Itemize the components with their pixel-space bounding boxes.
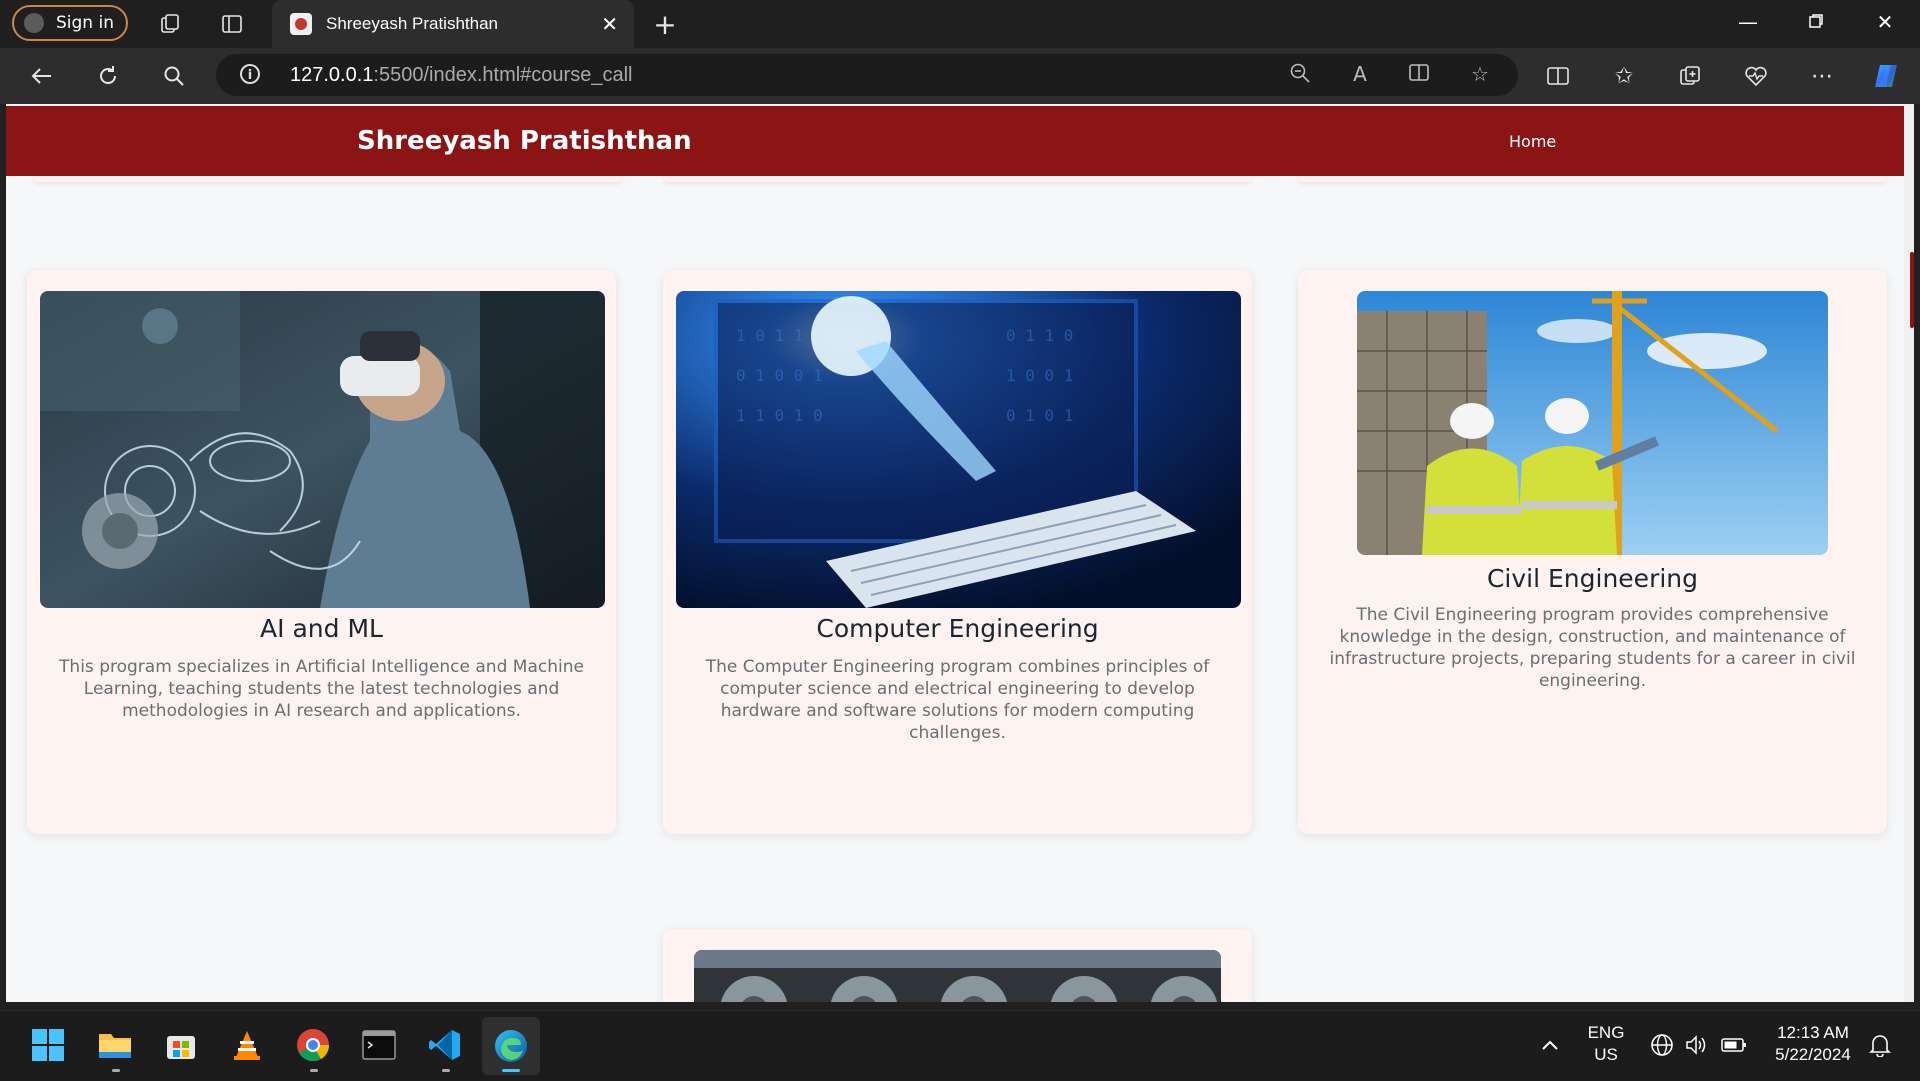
svg-text:1 1 0 1 0: 1 1 0 1 0 bbox=[736, 406, 823, 425]
course-description: This program specializes in Artificial I… bbox=[59, 657, 584, 721]
split-screen-icon[interactable] bbox=[1542, 60, 1574, 92]
notification-bell-icon[interactable] bbox=[1860, 1025, 1900, 1065]
running-indicator bbox=[310, 1069, 318, 1072]
file-explorer-icon[interactable] bbox=[95, 1025, 135, 1065]
site-header: Shreeyash Pratishthan Home bbox=[6, 106, 1910, 176]
vscode-icon[interactable] bbox=[425, 1025, 465, 1065]
nav-home-link[interactable]: Home bbox=[1509, 132, 1556, 151]
running-indicator bbox=[442, 1069, 450, 1072]
refresh-icon[interactable] bbox=[92, 60, 124, 92]
clock-date: 5/22/2024 bbox=[1775, 1045, 1851, 1064]
active-indicator bbox=[502, 1069, 520, 1072]
more-menu-icon[interactable]: ⋯ bbox=[1806, 60, 1838, 92]
windows-start-icon[interactable] bbox=[28, 1025, 68, 1065]
course-description: The Computer Engineering program combine… bbox=[705, 657, 1210, 743]
browser-essentials-icon[interactable] bbox=[1740, 60, 1772, 92]
industrial-turbines-image bbox=[694, 950, 1221, 1002]
terminal-icon[interactable] bbox=[359, 1025, 399, 1065]
course-card-ai-ml[interactable]: AI and ML This program specializes in Ar… bbox=[27, 270, 616, 834]
course-title: Civil Engineering bbox=[1486, 564, 1699, 593]
restore-icon[interactable] bbox=[1796, 10, 1836, 38]
minimize-icon[interactable]: — bbox=[1728, 10, 1768, 38]
previous-card-edge bbox=[1298, 176, 1887, 182]
new-tab-icon[interactable]: + bbox=[651, 8, 679, 41]
microsoft-store-icon[interactable] bbox=[161, 1025, 201, 1065]
chrome-icon[interactable] bbox=[293, 1025, 333, 1065]
clock[interactable]: 12:13 AM 5/22/2024 bbox=[1766, 1023, 1860, 1065]
site-favicon-icon bbox=[290, 13, 312, 35]
tab-shreeyash[interactable]: Shreeyash Pratishthan ✕ bbox=[272, 0, 634, 48]
course-card-civil-engineering[interactable]: Civil Engineering The Civil Engineering … bbox=[1298, 270, 1887, 834]
close-window-icon[interactable]: ✕ bbox=[1865, 10, 1905, 38]
url-text[interactable]: 127.0.0.1:5500/index.html#course_call bbox=[290, 64, 632, 87]
vr-headset-engineer-image bbox=[40, 291, 605, 608]
show-hidden-icons-chevron-icon[interactable] bbox=[1530, 1025, 1570, 1065]
course-description: The Civil Engineering program provides c… bbox=[1329, 605, 1856, 691]
construction-workers-crane-image bbox=[1357, 291, 1828, 555]
immersive-reader-icon[interactable] bbox=[1406, 62, 1434, 90]
svg-text:1 0 1 1 0: 1 0 1 1 0 bbox=[736, 326, 823, 345]
browser-tab-bar: Sign in Shreeyash Pratishthan ✕ + — ✕ bbox=[0, 0, 1920, 48]
course-title: Computer Engineering bbox=[816, 614, 1099, 643]
windows-taskbar: ENG US 12:13 AM 5/22/2024 bbox=[0, 1010, 1920, 1081]
previous-card-edge bbox=[663, 176, 1252, 182]
edge-icon[interactable] bbox=[482, 1017, 540, 1075]
site-brand[interactable]: Shreeyash Pratishthan bbox=[357, 126, 692, 156]
back-icon[interactable] bbox=[26, 60, 58, 92]
volume-icon[interactable] bbox=[1676, 1025, 1716, 1065]
course-card-partial[interactable] bbox=[663, 929, 1252, 1002]
svg-text:0 1 0 1: 0 1 0 1 bbox=[1006, 406, 1073, 425]
address-bar[interactable]: i 127.0.0.1:5500/index.html#course_call … bbox=[216, 54, 1518, 96]
course-card-computer-engineering[interactable]: 1 0 1 1 0 0 1 0 0 1 1 1 0 1 0 0 1 1 0 1 0 0… bbox=[663, 270, 1252, 834]
favorites-icon[interactable]: ✩ bbox=[1608, 60, 1640, 92]
page-scrollbar-track[interactable] bbox=[1904, 104, 1914, 1002]
sign-in-button[interactable]: Sign in bbox=[12, 5, 128, 41]
svg-text:0 1 0 0 1: 0 1 0 0 1 bbox=[736, 366, 823, 385]
sign-in-label: Sign in bbox=[56, 13, 114, 33]
tab-title: Shreeyash Pratishthan bbox=[326, 14, 498, 33]
favorite-star-icon[interactable]: ☆ bbox=[1466, 62, 1494, 90]
site-info-icon[interactable]: i bbox=[240, 64, 260, 84]
clock-time: 12:13 AM bbox=[1777, 1023, 1849, 1042]
keyboard-region: US bbox=[1594, 1045, 1618, 1064]
close-tab-icon[interactable]: ✕ bbox=[601, 12, 618, 36]
language-code: ENG bbox=[1587, 1023, 1625, 1042]
vlc-icon[interactable] bbox=[227, 1025, 267, 1065]
digital-hand-keyboard-image: 1 0 1 1 0 0 1 0 0 1 1 1 0 1 0 0 1 1 0 1 0 0… bbox=[676, 291, 1241, 608]
page-scrollbar-thumb[interactable] bbox=[1910, 252, 1914, 328]
workspaces-icon[interactable] bbox=[156, 10, 184, 38]
running-indicator bbox=[112, 1069, 120, 1072]
browser-toolbar: i 127.0.0.1:5500/index.html#course_call … bbox=[0, 48, 1920, 104]
profile-avatar-icon bbox=[24, 13, 44, 33]
collections-icon[interactable] bbox=[1674, 60, 1706, 92]
read-aloud-icon[interactable]: A bbox=[1346, 62, 1374, 90]
previous-card-edge bbox=[33, 176, 622, 182]
zoom-out-icon[interactable] bbox=[1286, 62, 1314, 90]
battery-icon[interactable] bbox=[1714, 1025, 1754, 1065]
copilot-icon[interactable] bbox=[1870, 60, 1902, 92]
language-indicator[interactable]: ENG US bbox=[1582, 1023, 1630, 1065]
web-page: Shreeyash Pratishthan Home AI and ML Thi… bbox=[6, 104, 1910, 1002]
svg-text:1 0 0 1: 1 0 0 1 bbox=[1006, 366, 1073, 385]
svg-text:0 1 1 0: 0 1 1 0 bbox=[1006, 326, 1073, 345]
search-icon[interactable] bbox=[158, 60, 190, 92]
course-title: AI and ML bbox=[260, 614, 383, 643]
vertical-tabs-icon[interactable] bbox=[218, 10, 246, 38]
